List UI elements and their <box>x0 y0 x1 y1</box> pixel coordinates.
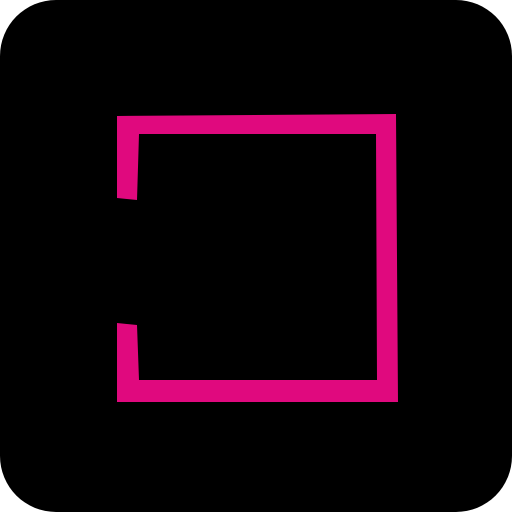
app-icon-tile <box>0 0 512 512</box>
open-bracket-frame-icon <box>117 114 398 402</box>
frame-stroke <box>117 114 398 402</box>
